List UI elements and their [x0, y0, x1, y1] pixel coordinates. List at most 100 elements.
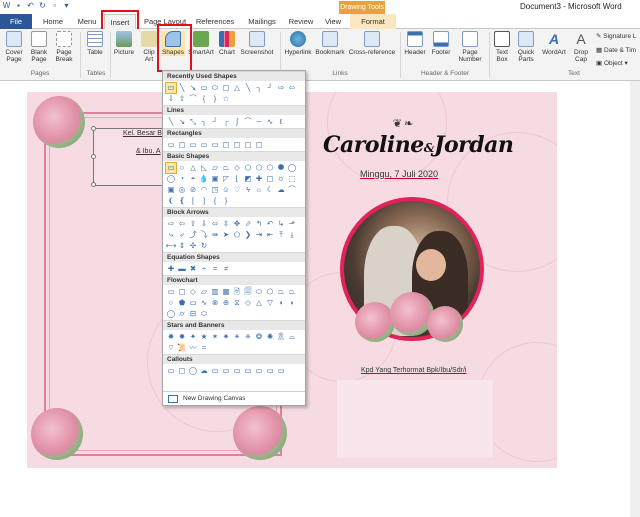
star-icon[interactable]: ★	[199, 332, 209, 342]
line-callout-icon[interactable]: ▭	[232, 366, 242, 376]
direct-storage-icon[interactable]: ⊟	[188, 309, 198, 319]
sort-icon[interactable]: ◇	[243, 298, 253, 308]
chevron-icon[interactable]: ❯	[243, 230, 253, 240]
oval-shape-icon[interactable]: ○	[177, 163, 187, 173]
trapezoid-icon[interactable]: ⏢	[221, 163, 231, 173]
rounded-rect-shape-icon[interactable]: ▢	[221, 83, 231, 93]
predefined-process-icon[interactable]: ▥	[210, 287, 220, 297]
round-rect-icon[interactable]: ▢	[243, 140, 253, 150]
display-icon[interactable]: ⬭	[199, 309, 209, 319]
clip-art-button[interactable]: Clip Art	[139, 31, 159, 63]
star-icon[interactable]: ✺	[265, 332, 275, 342]
bracket-icon[interactable]: [	[188, 196, 198, 206]
chart-button[interactable]: Chart	[216, 31, 238, 56]
callout-arrow-icon[interactable]: ⤒	[276, 230, 286, 240]
diamond-icon[interactable]: ◇	[232, 163, 242, 173]
right-triangle-icon[interactable]: ◺	[199, 163, 209, 173]
alternate-process-icon[interactable]: ▢	[177, 287, 187, 297]
can-icon[interactable]: ⌭	[276, 174, 286, 184]
tab-home[interactable]: Home	[38, 14, 68, 29]
brace-icon[interactable]: {	[199, 94, 209, 104]
explosion-icon[interactable]: ✹	[177, 332, 187, 342]
decision-icon[interactable]: ◇	[188, 287, 198, 297]
tab-view[interactable]: View	[320, 14, 346, 29]
explosion-icon[interactable]: ✸	[166, 332, 176, 342]
page-number-button[interactable]: Page Number	[455, 31, 485, 63]
redo-icon[interactable]: ↻	[38, 1, 47, 10]
manual-operation-icon[interactable]: ⏢	[287, 287, 297, 297]
footer-button[interactable]: Footer	[429, 31, 453, 56]
wordart-button[interactable]: A WordArt	[540, 31, 568, 56]
star-icon[interactable]: ❂	[254, 332, 264, 342]
dodecagon-icon[interactable]: ◯	[166, 174, 176, 184]
off-page-connector-icon[interactable]: ⬟	[177, 298, 187, 308]
star-icon[interactable]: ✦	[188, 332, 198, 342]
circular-arrow-icon[interactable]: ↻	[199, 241, 209, 251]
bracket-icon[interactable]: ]	[199, 196, 209, 206]
brace-pair-icon[interactable]: ❴	[177, 196, 187, 206]
arrow-up-icon[interactable]: ⇧	[177, 94, 187, 104]
arrow-left-right-icon[interactable]: ⬄	[210, 219, 220, 229]
divide-icon[interactable]: ÷	[199, 264, 209, 274]
cover-page-button[interactable]: Cover Page	[2, 31, 26, 63]
banner-icon[interactable]: 🎗	[276, 332, 286, 342]
l-shape-icon[interactable]: ⌊	[232, 174, 242, 184]
arrow-shape-icon[interactable]: ⬏	[287, 219, 297, 229]
tab-mailings[interactable]: Mailings	[242, 14, 282, 29]
striped-arrow-icon[interactable]: ⇛	[210, 230, 220, 240]
date-time-button[interactable]: ▦ Date & Tim	[596, 46, 636, 54]
donut-icon[interactable]: ◎	[177, 185, 187, 195]
summing-junction-icon[interactable]: ⊗	[210, 298, 220, 308]
wave-icon[interactable]: 〰	[188, 343, 198, 353]
card-icon[interactable]: ▭	[188, 298, 198, 308]
arrow-shape-icon[interactable]: ↰	[254, 219, 264, 229]
elbow-connector-icon[interactable]: ┘	[265, 83, 275, 93]
cross-icon[interactable]: ✚	[254, 174, 264, 184]
drop-cap-button[interactable]: A Drop Cap	[570, 31, 592, 63]
arrow-shape-icon[interactable]: ⬀	[243, 219, 253, 229]
arrow-up-down-icon[interactable]: ⇳	[221, 219, 231, 229]
line-callout-icon[interactable]: ▭	[210, 366, 220, 376]
folded-corner-icon[interactable]: ◳	[210, 185, 220, 195]
diagonal-stripe-icon[interactable]: ◩	[243, 174, 253, 184]
tab-format[interactable]: Format	[350, 14, 396, 29]
star-icon[interactable]: ✴	[232, 332, 242, 342]
curved-arrow-icon[interactable]: ⤴	[188, 230, 198, 240]
round-rect-icon[interactable]: ▢	[254, 140, 264, 150]
arrow-shape-icon[interactable]: ↘	[177, 117, 187, 127]
object-button[interactable]: ▣ Object ▾	[596, 59, 628, 67]
hyperlink-button[interactable]: Hyperlink	[283, 31, 313, 56]
no-symbol-icon[interactable]: ⊘	[188, 185, 198, 195]
cloud-callout-icon[interactable]: ☁	[199, 366, 209, 376]
cross-reference-button[interactable]: Cross-reference	[348, 31, 396, 56]
snip-rect-icon[interactable]: ▭	[210, 140, 220, 150]
tab-menu[interactable]: Menu	[72, 14, 102, 29]
brace-icon[interactable]: {	[210, 196, 220, 206]
curved-arrow-icon[interactable]: ⤷	[166, 230, 176, 240]
arrow-left-icon[interactable]: ⇦	[177, 219, 187, 229]
moon-icon[interactable]: ☾	[265, 185, 275, 195]
connector-icon[interactable]: ○	[166, 298, 176, 308]
multiply-icon[interactable]: ✖	[188, 264, 198, 274]
bookmark-button[interactable]: Bookmark	[314, 31, 346, 56]
sequential-storage-icon[interactable]: ◯	[166, 309, 176, 319]
print-preview-icon[interactable]: ▫	[50, 1, 59, 10]
bevel-icon[interactable]: ▣	[166, 185, 176, 195]
frame-icon[interactable]: ▣	[210, 174, 220, 184]
round-rect-icon[interactable]: ▢	[232, 140, 242, 150]
arrow-down-icon[interactable]: ⇩	[166, 94, 176, 104]
line-shape-icon[interactable]: ╲	[166, 117, 176, 127]
callout-arrow-icon[interactable]: ⟷	[166, 241, 177, 251]
page-break-button[interactable]: Page Break	[52, 31, 76, 63]
half-frame-icon[interactable]: ◸	[221, 174, 231, 184]
star-icon[interactable]: ☆	[221, 94, 231, 104]
customize-qat-icon[interactable]: ▾	[62, 1, 71, 10]
blank-page-button[interactable]: Blank Page	[28, 31, 50, 63]
elbow-connector-icon[interactable]: ┐	[199, 117, 209, 127]
line-callout-icon[interactable]: ▭	[243, 366, 253, 376]
picture-button[interactable]: Picture	[113, 31, 135, 56]
line-callout-icon[interactable]: ▭	[254, 366, 264, 376]
arrow-right-icon[interactable]: ⇨	[166, 219, 176, 229]
resize-handle[interactable]	[91, 182, 96, 187]
line-callout-icon[interactable]: ▭	[276, 366, 286, 376]
